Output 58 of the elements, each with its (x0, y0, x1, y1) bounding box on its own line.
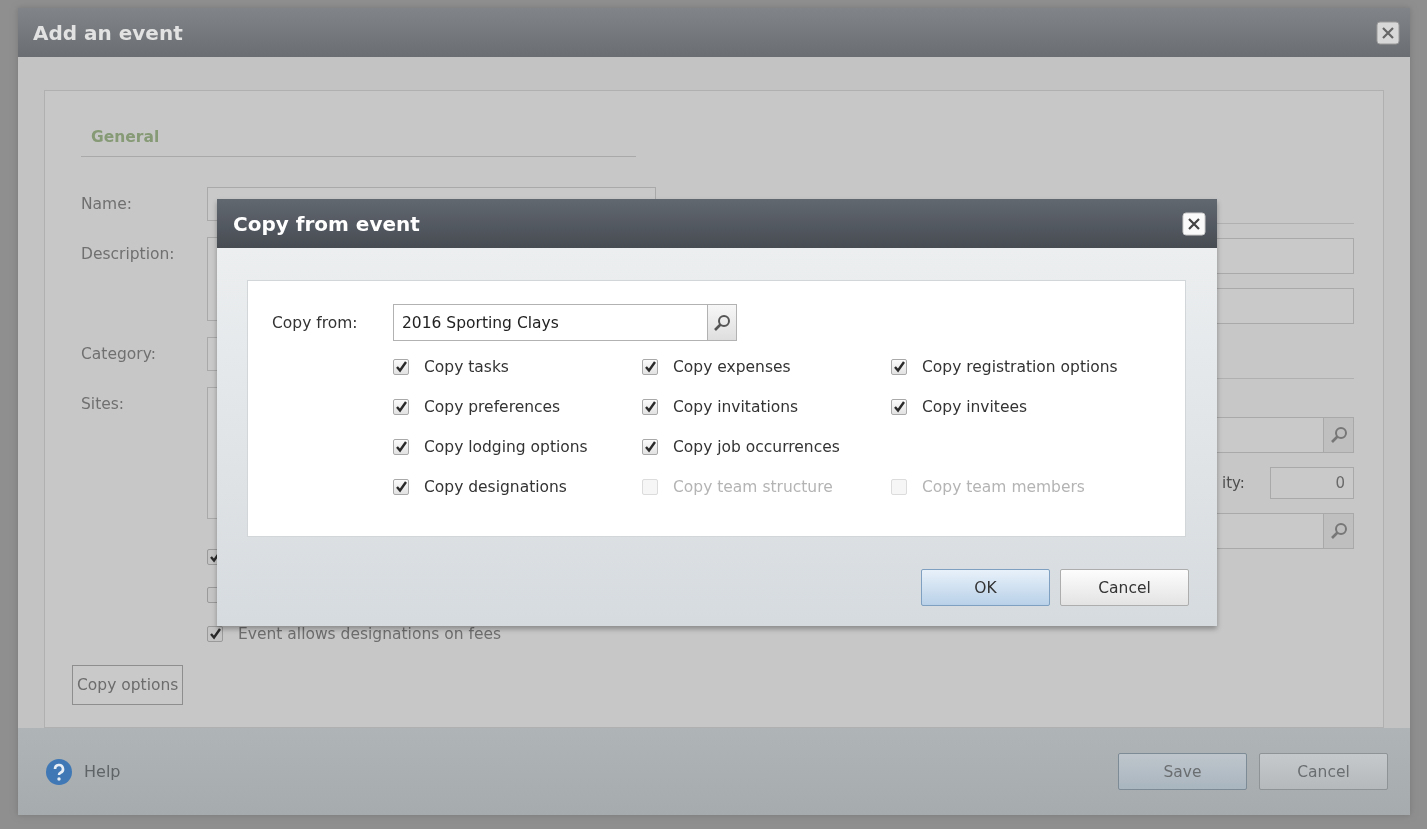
checkbox[interactable] (207, 626, 223, 642)
field-label: Sites: (81, 394, 126, 413)
checkbox[interactable] (642, 439, 658, 455)
checkmark-icon (644, 400, 657, 413)
checkbox-label: Copy invitations (673, 398, 799, 416)
search-button[interactable] (707, 304, 737, 341)
cancel-button[interactable]: Cancel (1259, 753, 1388, 790)
close-icon[interactable] (1376, 20, 1400, 45)
checkbox[interactable] (891, 399, 907, 415)
checkbox[interactable] (642, 399, 658, 415)
checkmark-icon (395, 480, 408, 493)
checkmark-icon (395, 400, 408, 413)
field-label: Copy from: (272, 313, 359, 332)
field-label: Description: (81, 244, 176, 263)
checkbox[interactable] (642, 359, 658, 375)
dialog-title: Copy from event (233, 211, 420, 236)
lookup-field[interactable] (1214, 417, 1354, 453)
field-label: Name: (81, 194, 133, 213)
checkbox-label: Copy tasks (424, 358, 509, 376)
checkmark-icon (209, 627, 222, 640)
help-icon[interactable] (45, 757, 73, 786)
checkbox[interactable] (393, 479, 409, 495)
checkbox-label: Copy registration options (922, 358, 1118, 376)
checkbox-label: Copy invitees (922, 398, 1028, 416)
help-link[interactable]: Help (84, 762, 121, 781)
checkbox-label: Copy job occurrences (673, 438, 840, 456)
lookup-field[interactable] (1214, 513, 1354, 549)
checkbox[interactable] (393, 359, 409, 375)
cancel-button[interactable]: Cancel (1060, 569, 1189, 606)
save-button[interactable]: Save (1118, 753, 1247, 790)
search-icon[interactable] (713, 313, 731, 332)
checkmark-icon (395, 360, 408, 373)
ok-button[interactable]: OK (921, 569, 1050, 606)
section-heading: General (81, 128, 636, 157)
field-label: ity: (1222, 474, 1245, 492)
field-label: Category: (81, 344, 157, 363)
checkmark-icon (893, 360, 906, 373)
checkbox-label: Copy preferences (424, 398, 561, 416)
number-field[interactable]: 0 (1270, 467, 1354, 499)
checkbox-label: Copy expenses (673, 358, 791, 376)
checkmark-icon (395, 440, 408, 453)
search-field[interactable]: 2016 Sporting Clays (393, 304, 707, 341)
checkbox[interactable] (393, 439, 409, 455)
checkbox-label: Copy team structure (673, 478, 833, 496)
window-title: Add an event (33, 20, 183, 45)
checkmark-icon (644, 360, 657, 373)
checkbox[interactable] (393, 399, 409, 415)
checkmark-icon (893, 400, 906, 413)
checkbox-label: Copy lodging options (424, 438, 588, 456)
checkbox-label: Event allows designations on fees (238, 625, 502, 643)
checkmark-icon (644, 440, 657, 453)
checkbox[interactable] (891, 359, 907, 375)
input-field[interactable] (1214, 238, 1354, 274)
checkbox-label: Copy designations (424, 478, 567, 496)
copy-options-button[interactable]: Copy options (72, 665, 184, 705)
input-field[interactable] (1214, 288, 1354, 324)
close-icon[interactable] (1182, 211, 1206, 236)
checkbox-label: Copy team members (922, 478, 1085, 496)
